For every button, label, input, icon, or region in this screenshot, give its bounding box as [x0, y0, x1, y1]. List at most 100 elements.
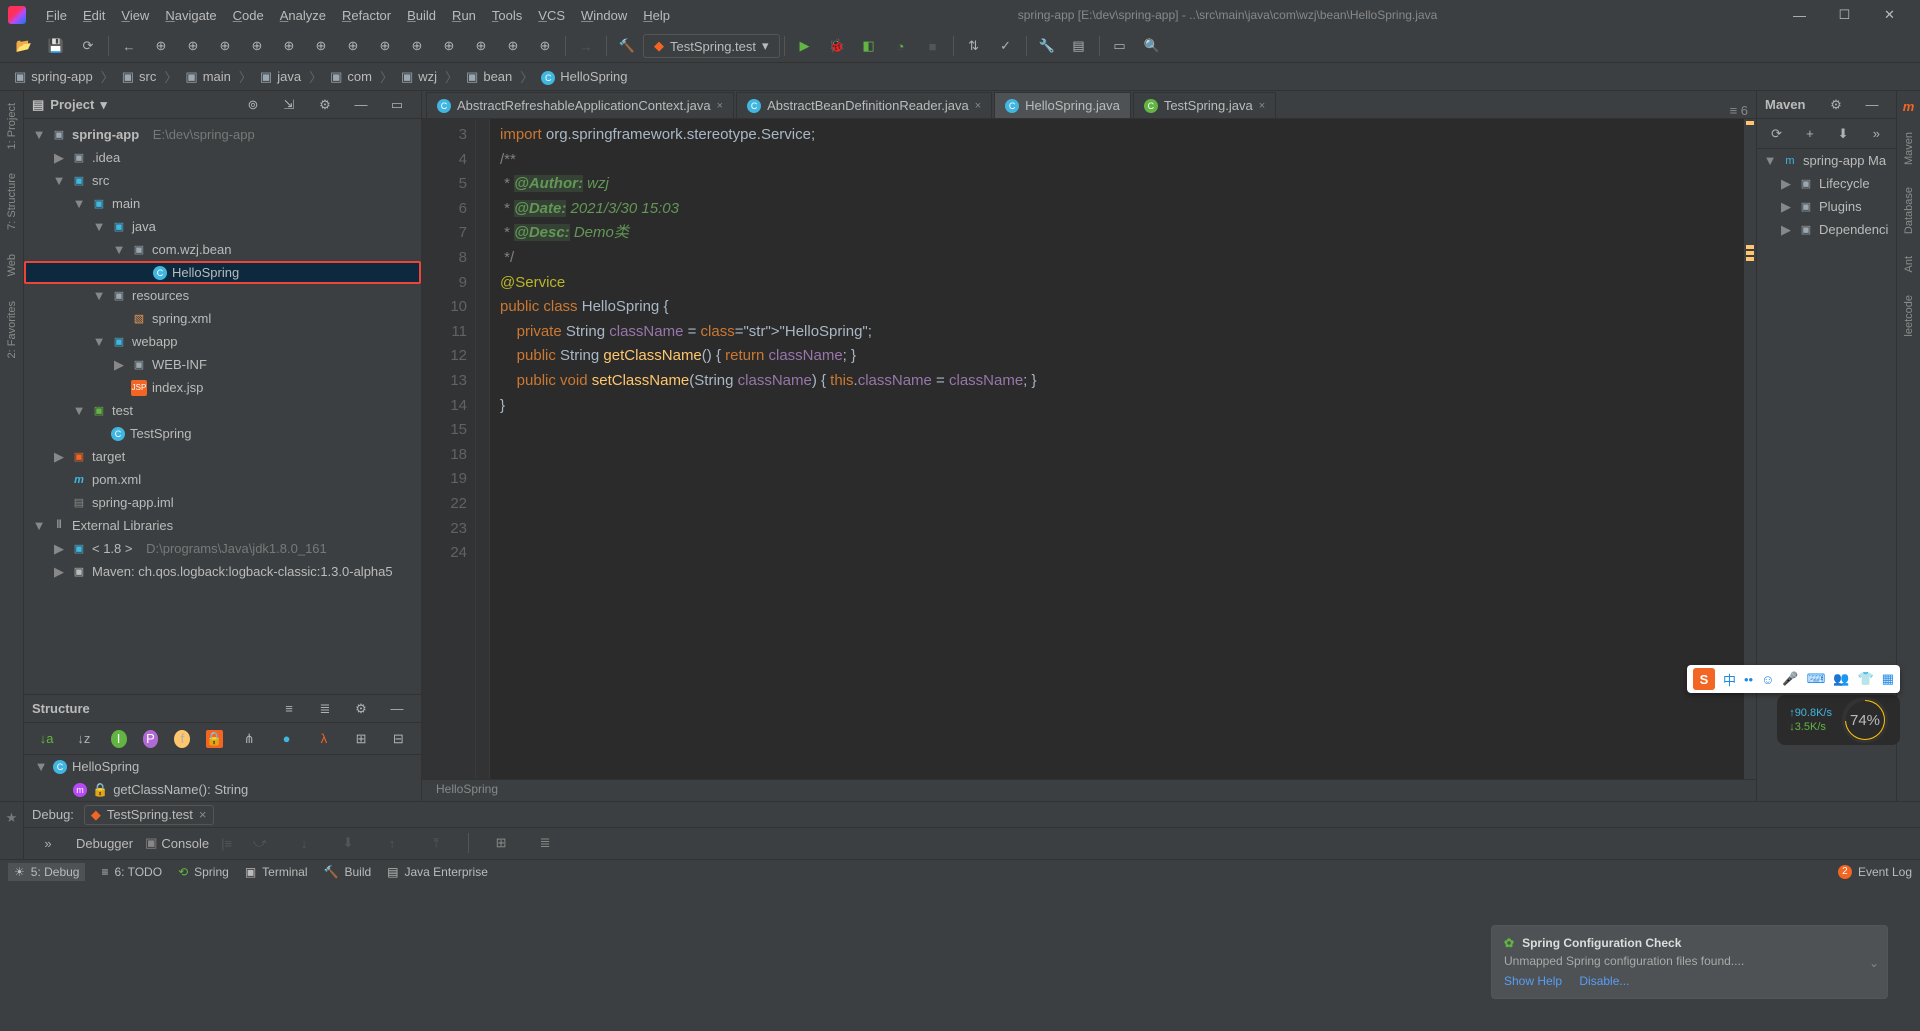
breadcrumb-item[interactable]: ▣spring-app [10, 67, 97, 87]
rail-database[interactable]: Database [1903, 183, 1915, 238]
rail-maven[interactable]: Maven [1903, 128, 1915, 169]
struct-icon1[interactable]: ⋔ [239, 727, 260, 751]
tree-node[interactable]: ▼▣java [24, 215, 421, 238]
sb-event-log[interactable]: 2 Event Log [1838, 865, 1912, 879]
target1-icon[interactable]: ⊕ [149, 34, 173, 58]
tree-node[interactable]: ▶▣WEB-INF [24, 353, 421, 376]
target11-icon[interactable]: ⊕ [469, 34, 493, 58]
rail-favorites[interactable]: 2: Favorites [6, 297, 18, 362]
breadcrumb-item[interactable]: ▣java [256, 67, 305, 87]
tree-node[interactable]: mpom.xml [24, 468, 421, 491]
reload-icon[interactable]: ⟳ [1767, 122, 1786, 146]
sb-terminal[interactable]: ▣ Terminal [245, 865, 308, 879]
maven-item[interactable]: ▶▣Plugins [1757, 195, 1896, 218]
download-icon[interactable]: ⬇ [1834, 122, 1853, 146]
trace-icon[interactable]: ≣ [533, 831, 557, 855]
minimize-icon[interactable]: — [385, 697, 409, 721]
tree-node[interactable]: CTestSpring [24, 422, 421, 445]
step-into-icon[interactable]: ↓ [292, 831, 316, 855]
search-icon[interactable]: 🔍 [1140, 34, 1164, 58]
target3-icon[interactable]: ⊕ [213, 34, 237, 58]
target6-icon[interactable]: ⊕ [309, 34, 333, 58]
tree-node[interactable]: ▼▣main [24, 192, 421, 215]
target13-icon[interactable]: ⊕ [533, 34, 557, 58]
more-icon[interactable]: » [1867, 122, 1886, 146]
sb-debug[interactable]: ☀ 5: Debug [8, 863, 85, 881]
breadcrumb-item[interactable]: ▣src [118, 67, 161, 87]
fold-column[interactable] [476, 119, 490, 779]
debugger-tab[interactable]: Debugger [76, 836, 133, 851]
target10-icon[interactable]: ⊕ [437, 34, 461, 58]
breadcrumb-item[interactable]: ▣com [326, 67, 376, 87]
rail-leetcode[interactable]: leetcode [1903, 291, 1915, 341]
target7-icon[interactable]: ⊕ [341, 34, 365, 58]
project-structure-icon[interactable]: ▤ [1067, 34, 1091, 58]
rail-project[interactable]: 1: Project [6, 99, 18, 153]
step-out-icon[interactable]: ↑ [380, 831, 404, 855]
struct-icon2[interactable]: ● [276, 727, 297, 751]
struct-icon4[interactable]: ⊞ [350, 727, 371, 751]
jdk-node[interactable]: ▶▣ < 1.8 > D:\programs\Java\jdk1.8.0_161 [24, 537, 421, 560]
menu-edit[interactable]: Edit [75, 4, 113, 27]
tree-node[interactable]: CHelloSpring [24, 261, 421, 284]
locate-icon[interactable]: ⊚ [241, 93, 265, 117]
tree-node[interactable]: ▼▣test [24, 399, 421, 422]
chevron-down-icon[interactable]: ▾ [100, 97, 107, 113]
menu-file[interactable]: File [38, 4, 75, 27]
tree-node[interactable]: ▤spring-app.iml [24, 491, 421, 514]
close-button[interactable]: ✕ [1867, 0, 1912, 30]
editor[interactable]: 34567891011121314151819222324 import org… [422, 119, 1756, 779]
gear-icon[interactable]: ⚙ [349, 697, 373, 721]
minimize-icon[interactable]: — [1860, 93, 1884, 117]
notif-help[interactable]: Show Help [1504, 974, 1562, 988]
maven-lib-node[interactable]: ▶▣ Maven: ch.qos.logback:logback-classic… [24, 560, 421, 583]
sb-java-ee[interactable]: ▤ Java Enterprise [387, 865, 488, 879]
menu-vcs[interactable]: VCS [530, 4, 573, 27]
target9-icon[interactable]: ⊕ [405, 34, 429, 58]
sort-za-icon[interactable]: ↓z [73, 727, 94, 751]
tree-node[interactable]: ▶▣.idea [24, 146, 421, 169]
menu-refactor[interactable]: Refactor [334, 4, 399, 27]
ime-bar[interactable]: S中••☺🎤⌨👥👕▦ [1687, 665, 1900, 693]
add-icon[interactable]: + [1800, 122, 1819, 146]
target5-icon[interactable]: ⊕ [277, 34, 301, 58]
forward-icon[interactable]: → [574, 34, 598, 58]
presentation-icon[interactable]: ▭ [1108, 34, 1132, 58]
menu-tools[interactable]: Tools [484, 4, 530, 27]
step-into2-icon[interactable]: ⬇ [336, 831, 360, 855]
sync-icon[interactable]: ⟳ [76, 34, 100, 58]
tree-root[interactable]: ▼▣ spring-app E:\dev\spring-app [24, 123, 421, 146]
filter-f-icon[interactable]: f [174, 730, 190, 748]
struct-icon3[interactable]: λ [313, 727, 334, 751]
editor-tab[interactable]: CHelloSpring.java [994, 92, 1131, 118]
rail-structure[interactable]: 7: Structure [6, 169, 18, 234]
tree-node[interactable]: ▼▣resources [24, 284, 421, 307]
back-icon[interactable]: ← [117, 34, 141, 58]
step-over-icon[interactable]: ⤻ [248, 831, 272, 855]
target4-icon[interactable]: ⊕ [245, 34, 269, 58]
struct-btn2[interactable]: ≣ [313, 697, 337, 721]
gear-icon[interactable]: ⚙ [1824, 93, 1848, 117]
coverage-icon[interactable]: ◧ [857, 34, 881, 58]
struct-icon5[interactable]: ⊟ [388, 727, 409, 751]
hide-icon[interactable]: ▭ [385, 93, 409, 117]
target8-icon[interactable]: ⊕ [373, 34, 397, 58]
hammer-icon[interactable]: 🔨 [615, 34, 639, 58]
tabs-more[interactable]: ≡ 6 [1722, 103, 1756, 118]
update-icon[interactable]: ⇅ [962, 34, 986, 58]
sb-build[interactable]: 🔨 Build [324, 865, 372, 879]
struct-method[interactable]: m 🔒 getClassName(): String [24, 778, 421, 801]
commit-icon[interactable]: ✓ [994, 34, 1018, 58]
profile-icon[interactable]: ◔ [889, 34, 913, 58]
tree-node[interactable]: ▼▣com.wzj.bean [24, 238, 421, 261]
run-config-select[interactable]: ◆ TestSpring.test ▾ [643, 34, 780, 58]
console-tab[interactable]: ▣Console [145, 835, 209, 851]
tree-node[interactable]: JSPindex.jsp [24, 376, 421, 399]
breadcrumb-item[interactable]: ▣main [181, 67, 234, 87]
stop-icon[interactable]: ■ [921, 34, 945, 58]
struct-btn1[interactable]: ≡ [277, 697, 301, 721]
code-area[interactable]: import org.springframework.stereotype.Se… [490, 119, 1744, 779]
maven-root[interactable]: ▼mspring-app Ma [1757, 149, 1896, 172]
notif-disable[interactable]: Disable... [1579, 974, 1629, 988]
menu-analyze[interactable]: Analyze [272, 4, 334, 27]
